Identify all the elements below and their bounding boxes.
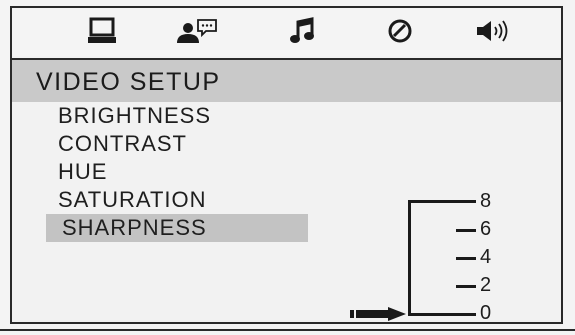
level-pointer-icon: [350, 307, 406, 321]
menu-item-sharpness[interactable]: SHARPNESS: [46, 214, 308, 242]
scale-label-8: 8: [480, 190, 492, 212]
menu-item-saturation[interactable]: SATURATION: [44, 186, 304, 214]
speaker-volume-icon[interactable]: [474, 16, 514, 46]
menu-item-hue[interactable]: HUE: [44, 158, 304, 186]
video-setup-menu: BRIGHTNESS CONTRAST HUE SATURATION SHARP…: [44, 102, 308, 242]
monitor-icon[interactable]: [84, 16, 120, 46]
level-scale-graphic: [408, 200, 476, 316]
bottom-divider: [0, 329, 575, 331]
menu-item-contrast[interactable]: CONTRAST: [44, 130, 304, 158]
title-bar: VIDEO SETUP: [12, 58, 561, 102]
disc-icon[interactable]: [382, 16, 418, 46]
scale-label-2: 2: [480, 274, 492, 296]
page-title: VIDEO SETUP: [36, 68, 221, 96]
osd-window: VIDEO SETUP BRIGHTNESS CONTRAST HUE SATU…: [10, 6, 563, 324]
menu-item-brightness[interactable]: BRIGHTNESS: [44, 102, 304, 130]
scale-label-0: 0: [480, 302, 492, 324]
music-note-icon[interactable]: [284, 16, 320, 46]
scale-label-6: 6: [480, 218, 492, 240]
scale-label-4: 4: [480, 246, 492, 268]
sharpness-level-scale[interactable]: 8 6 4 2 0: [332, 190, 492, 324]
speaker-person-icon[interactable]: [174, 16, 220, 46]
category-icon-bar: [12, 8, 561, 56]
